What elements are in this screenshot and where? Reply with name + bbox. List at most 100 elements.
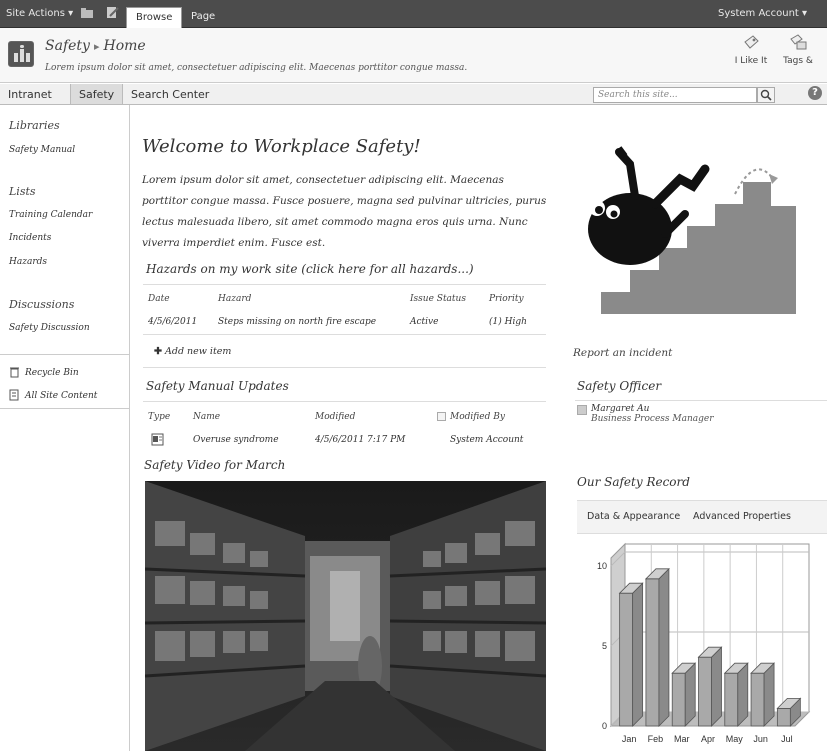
nav-heading-lists[interactable]: Lists [9,185,36,198]
safety-record-title: Our Safety Record [577,475,690,489]
tags-notes-icon [790,34,807,50]
breadcrumb: Safety ▸ Home [45,38,146,54]
topnav-item-safety[interactable]: Safety [70,84,124,104]
chart-y-tick-label: 10 [597,561,607,571]
tab-advanced-properties[interactable]: Advanced Properties [693,511,791,522]
manual-col-name[interactable]: Name [193,412,220,422]
video-webpart-title: Safety Video for March [144,458,286,472]
like-tag-icon [744,35,759,49]
divider [143,284,546,285]
plus-icon: ✚ [154,346,162,357]
safety-video-player[interactable] [145,481,546,751]
user-name: System Account [718,8,799,19]
divider [143,401,546,402]
chart-bar [750,662,776,727]
manual-webpart-title[interactable]: Safety Manual Updates [146,379,289,393]
edit-page-icon[interactable] [106,6,119,22]
officer-name[interactable]: Margaret Au [591,404,649,414]
nav-item-all-site-content[interactable]: All Site Content [25,391,97,401]
chart-x-tick-label: Jan [622,734,637,744]
recycle-bin-icon [10,367,19,378]
manual-col-type[interactable]: Type [148,412,170,422]
i-like-it-label: I Like It [734,56,768,66]
nav-divider [0,354,130,355]
divider [143,334,546,335]
chart-x-tick-label: Jun [753,734,768,744]
site-description: Lorem ipsum dolor sit amet, consectetuer… [45,63,468,73]
search-button[interactable] [757,87,775,103]
breadcrumb-site[interactable]: Safety [45,38,90,54]
nav-item-recycle-bin[interactable]: Recycle Bin [25,368,79,378]
manual-col-modified-by[interactable]: Modified By [450,412,505,422]
chart-bar [723,662,749,727]
nav-heading-discussions[interactable]: Discussions [9,298,74,311]
chart-x-tick-label: Mar [674,734,690,744]
hazard-date: 4/5/6/2011 [148,317,198,327]
intro-text: Lorem ipsum dolor sit amet, consectetuer… [142,174,547,249]
safety-officer-title: Safety Officer [577,379,662,393]
hazards-col-status[interactable]: Issue Status [410,294,466,304]
hazards-col-priority[interactable]: Priority [489,294,524,304]
chart-x-tick-label: Jul [781,734,793,744]
nav-item-training-calendar[interactable]: Training Calendar [9,210,92,220]
chart-bar [618,582,644,727]
site-actions-label: Site Actions [6,8,65,19]
document-modified-by[interactable]: System Account [450,435,523,445]
hazards-col-date[interactable]: Date [148,294,170,304]
document-name-link[interactable]: Overuse syndrome [193,435,279,445]
chart-x-tick-label: May [726,734,744,744]
officer-role: Business Process Manager [591,414,714,424]
select-all-checkbox[interactable] [437,412,446,421]
nav-item-safety-discussion[interactable]: Safety Discussion [9,323,90,333]
user-menu[interactable]: System Account ▾ [718,8,807,19]
divider [143,367,546,368]
document-modified: 4/5/6/2011 7:17 PM [315,435,406,445]
tab-browse[interactable]: Browse [126,7,183,28]
tags-notes-button[interactable]: Tags & [776,34,820,66]
title-band: Safety ▸ Home Lorem ipsum dolor sit amet, … [0,28,827,83]
chart-bar [671,662,697,727]
presence-icon [577,405,587,415]
help-icon[interactable]: ? [808,86,822,100]
chart-tabs: Data & Appearance Advanced Properties [577,500,827,534]
chart-bar [697,646,723,727]
nav-heading-libraries[interactable]: Libraries [9,119,60,132]
nav-item-incidents[interactable]: Incidents [9,233,51,243]
topnav-item-search-center[interactable]: Search Center [123,84,217,104]
nav-item-hazards[interactable]: Hazards [9,257,47,267]
breadcrumb-separator-icon: ▸ [93,40,100,53]
site-logo-icon[interactable] [8,41,34,67]
all-site-content-icon [9,389,19,401]
chart-y-tick-label: 0 [602,721,607,731]
falling-person-clipart [575,134,807,318]
topnav-item-intranet[interactable]: Intranet [0,84,60,104]
add-new-item-label: Add new item [165,346,232,357]
chart-bar [644,567,670,727]
search-icon [760,89,772,101]
tab-data-appearance[interactable]: Data & Appearance [587,511,680,522]
i-like-it-button[interactable]: I Like It [729,34,773,66]
page-title: Welcome to Workplace Safety! [142,136,421,157]
ribbon-bar: Site Actions ▾ Browse Page System Accoun… [0,0,827,28]
hazard-priority: (1) High [489,317,527,327]
word-document-icon [151,433,164,446]
hazard-status: Active [410,317,439,327]
divider [575,400,827,401]
site-actions-menu[interactable]: Site Actions ▾ [6,8,73,19]
hazards-webpart-title[interactable]: Hazards on my work site (click here for … [146,262,474,276]
manual-col-modified[interactable]: Modified [315,412,355,422]
nav-item-safety-manual[interactable]: Safety Manual [9,145,75,155]
hazard-title-link[interactable]: Steps missing on north fire escape [218,317,376,327]
breadcrumb-page: Home [103,38,146,54]
add-new-item-link[interactable]: ✚ Add new item [154,346,231,357]
navigate-up-icon[interactable] [80,6,94,22]
hazards-col-hazard[interactable]: Hazard [218,294,251,304]
chart-x-tick-label: Apr [701,734,715,744]
safety-record-chart: 10 5 0 Jan Feb Mar Apr May Jun Jul [597,542,811,744]
search-input[interactable]: Search this site... [593,87,757,103]
report-incident-link[interactable]: Report an incident [573,347,672,359]
tags-notes-label: Tags & [783,56,813,66]
chart-y-tick-label: 5 [602,641,607,651]
tab-page[interactable]: Page [182,7,224,28]
warehouse-video-frame [145,481,546,751]
